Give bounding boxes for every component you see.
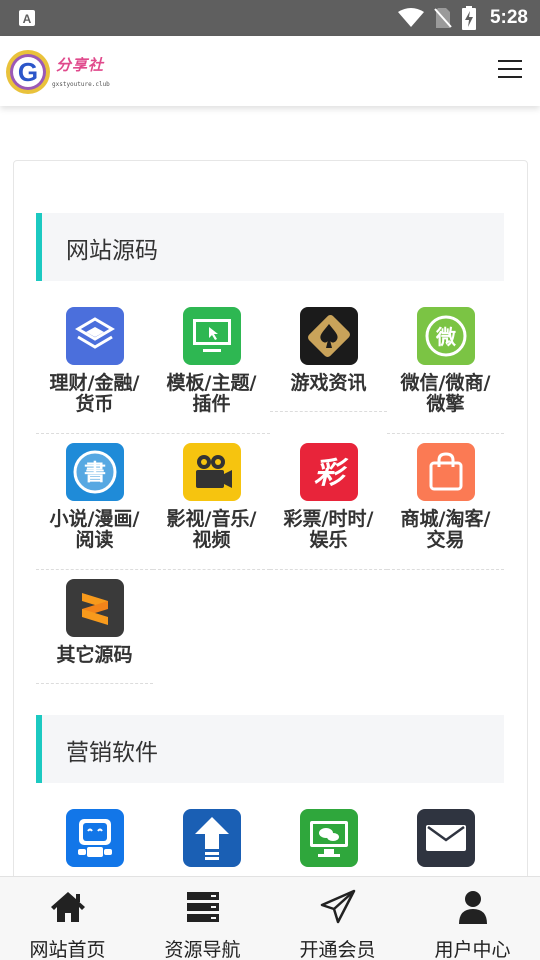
logo-subtext: gxstyouture.club <box>52 81 110 88</box>
layers-icon <box>65 307 124 365</box>
no-sim-icon <box>434 8 452 28</box>
tab-user-center[interactable]: 用户中心 <box>405 877 540 960</box>
site-logo[interactable]: G 分享社 gxstyouture.club <box>4 46 114 98</box>
notification-icon: A <box>19 10 35 26</box>
monitor-cursor-icon <box>182 307 241 365</box>
home-icon <box>50 892 85 922</box>
logo-text: 分享社 <box>56 56 105 74</box>
tab-label: 资源导航 <box>164 939 241 960</box>
marketing-item-email[interactable] <box>387 809 504 867</box>
section-title: 营销软件 <box>66 740 158 766</box>
category-wechat[interactable]: 微 微信/微商/ 微擎 <box>387 307 504 434</box>
app-header: G 分享社 gxstyouture.club <box>0 36 540 106</box>
tab-resources[interactable]: 资源导航 <box>135 877 270 960</box>
section-title: 网站源码 <box>66 238 158 264</box>
category-label-line1: 影视/音乐/ <box>166 508 257 530</box>
status-time: 5:28 <box>489 7 528 28</box>
category-label-line1: 游戏资讯 <box>290 372 367 394</box>
category-lottery[interactable]: 彩 彩票/时时/ 娱乐 <box>270 443 387 570</box>
category-mall[interactable]: 商城/淘客/ 交易 <box>387 443 504 570</box>
tab-label: 用户中心 <box>434 939 511 960</box>
category-label-line1: 商城/淘客/ <box>400 508 491 530</box>
category-label-line2: 娱乐 <box>309 529 348 551</box>
category-other-source[interactable]: 其它源码 <box>36 579 153 684</box>
server-icon <box>186 892 219 922</box>
section-header-website-source: 网站源码 <box>36 213 504 281</box>
robot-icon <box>65 809 124 867</box>
menu-button[interactable] <box>498 60 522 80</box>
user-icon <box>458 891 487 924</box>
lottery-icon: 彩 <box>299 443 358 501</box>
category-label-line1: 其它源码 <box>56 644 133 666</box>
hamburger-line <box>498 76 522 78</box>
wechat-monitor-icon <box>299 809 358 867</box>
upload-arrow-icon <box>182 809 241 867</box>
category-label-line2: 视频 <box>192 529 231 551</box>
category-label-line2: 插件 <box>192 393 231 415</box>
sublime-icon <box>65 579 124 637</box>
marketing-item-upload[interactable] <box>153 809 270 867</box>
category-label-line2: 阅读 <box>75 529 114 551</box>
tab-home[interactable]: 网站首页 <box>0 877 135 960</box>
category-games[interactable]: 游戏资讯 <box>270 307 387 412</box>
category-label-line1: 彩票/时时/ <box>283 508 374 530</box>
svg-text:書: 書 <box>83 460 105 486</box>
category-label-line1: 小说/漫画/ <box>49 508 140 530</box>
section-header-marketing-software: 营销软件 <box>36 715 504 783</box>
tab-label: 开通会员 <box>299 939 376 960</box>
shopping-bag-icon <box>416 443 475 501</box>
tab-membership[interactable]: 开通会员 <box>270 877 405 960</box>
wei-icon: 微 <box>416 307 475 365</box>
category-video[interactable]: 影视/音乐/ 视频 <box>153 443 270 570</box>
hamburger-line <box>498 68 522 70</box>
hamburger-line <box>498 60 522 62</box>
category-label-line2: 微擎 <box>426 393 465 415</box>
bottom-tab-bar: 网站首页 资源导航 开通会员 用户中心 <box>0 876 540 960</box>
svg-text:G: G <box>18 57 38 87</box>
category-novels[interactable]: 書 小说/漫画/ 阅读 <box>36 443 153 570</box>
marketing-item-robot[interactable] <box>36 809 153 867</box>
spade-card-icon <box>299 307 358 365</box>
svg-text:彩: 彩 <box>314 456 349 491</box>
mail-icon <box>416 809 475 867</box>
battery-icon <box>461 6 476 30</box>
category-label-line2: 交易 <box>426 529 465 551</box>
category-finance[interactable]: 理财/金融/ 货币 <box>36 307 270 434</box>
status-bar-right: 5:28 <box>397 0 528 36</box>
logo-g-icon: G <box>6 50 50 94</box>
svg-text:微: 微 <box>435 325 456 349</box>
category-label-line1: 理财/金融/ <box>49 372 140 394</box>
status-bar: A 5:28 <box>0 0 540 36</box>
svg-text:A: A <box>23 12 32 26</box>
film-camera-icon <box>182 443 241 501</box>
category-label-line2: 货币 <box>75 393 114 415</box>
marketing-item-wechat-pc[interactable] <box>270 809 387 867</box>
tab-label: 网站首页 <box>29 939 106 960</box>
paper-plane-icon <box>320 889 355 924</box>
category-label-line1: 微信/微商/ <box>400 372 491 394</box>
wifi-icon <box>397 8 424 27</box>
content-card: 网站源码 理财/金融/ 货币 模板/主题/ 插件 游戏资讯 微 微信/微商/ 微… <box>13 160 528 920</box>
category-label-line1: 模板/主题/ <box>166 372 257 394</box>
category-templates[interactable]: 模板/主题/ 插件 <box>153 307 270 415</box>
book-icon: 書 <box>65 443 124 501</box>
